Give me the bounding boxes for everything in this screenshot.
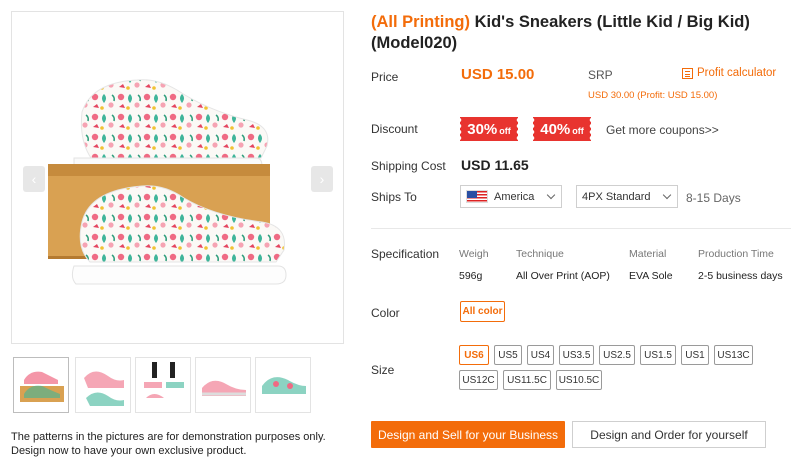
price-value: USD 15.00	[461, 66, 535, 83]
coupon-percent: 40%	[540, 120, 571, 138]
thumbnail-1[interactable]	[13, 357, 69, 413]
country-select[interactable]: America	[460, 185, 562, 208]
country-select-value: America	[494, 190, 535, 203]
main-product-image	[11, 11, 344, 344]
product-title: (All Printing) Kid's Sneakers (Little Ki…	[371, 12, 791, 54]
thumbnail-5[interactable]	[255, 357, 311, 413]
shipping-cost-label: Shipping Cost	[371, 159, 446, 173]
gallery-next-arrow[interactable]: ›	[311, 166, 333, 192]
spec-value-weigh: 596g	[459, 270, 483, 282]
specification-label: Specification	[371, 247, 440, 261]
coupon-percent: 30%	[467, 120, 498, 138]
product-title-tag: (All Printing)	[371, 13, 470, 31]
size-label: Size	[371, 363, 395, 377]
srp-label: SRP	[588, 68, 613, 82]
spec-header-technique: Technique	[516, 248, 564, 260]
size-option-us2-5[interactable]: US2.5	[599, 345, 635, 365]
size-option-us10-5c[interactable]: US10.5C	[556, 370, 602, 390]
spec-value-technique: All Over Print (AOP)	[516, 270, 610, 282]
spec-header-material: Material	[629, 248, 667, 260]
demo-note-line-1: The patterns in the pictures are for dem…	[11, 431, 326, 443]
size-option-us6[interactable]: US6	[459, 345, 489, 365]
size-option-us3-5[interactable]: US3.5	[559, 345, 594, 365]
color-option-all[interactable]: All color	[460, 301, 505, 322]
size-option-us11-5c[interactable]: US11.5C	[503, 370, 551, 390]
demo-note-line-2: Design now to have your own exclusive pr…	[11, 445, 247, 457]
gallery-prev-arrow[interactable]: ‹	[23, 166, 45, 192]
shipping-cost-value: USD 11.65	[461, 157, 529, 173]
shipping-method-select[interactable]: 4PX Standard	[576, 185, 678, 208]
size-option-us12c[interactable]: US12C	[459, 370, 498, 390]
chevron-down-icon	[546, 190, 556, 200]
size-option-us4[interactable]: US4	[527, 345, 554, 365]
spec-header-production-time: Production Time	[698, 248, 774, 260]
thumbnail-4[interactable]	[195, 357, 251, 413]
discount-label: Discount	[371, 122, 418, 136]
sneaker-on-box-image	[48, 79, 287, 285]
spec-header-weigh: Weigh	[459, 248, 489, 260]
coupon-suffix: off	[572, 125, 584, 136]
section-divider	[371, 228, 791, 229]
size-option-us1-5[interactable]: US1.5	[640, 345, 676, 365]
srp-value: USD 30.00 (Profit: USD 15.00)	[588, 90, 718, 101]
spec-value-production-time: 2-5 business days	[698, 270, 783, 282]
design-and-sell-button[interactable]: Design and Sell for your Business	[371, 421, 565, 448]
profit-calculator-link[interactable]: Profit calculator	[682, 67, 776, 79]
size-option-us1[interactable]: US1	[681, 345, 709, 365]
demo-disclaimer: The patterns in the pictures are for dem…	[11, 430, 351, 458]
profit-calculator-label: Profit calculator	[697, 67, 777, 79]
design-and-order-button[interactable]: Design and Order for yourself	[572, 421, 766, 448]
size-option-us5[interactable]: US5	[494, 345, 522, 365]
color-label: Color	[371, 306, 400, 320]
calculator-icon	[682, 67, 693, 79]
us-flag-icon	[466, 190, 488, 203]
size-option-us13c[interactable]: US13C	[714, 345, 753, 365]
price-label: Price	[371, 70, 399, 84]
thumbnail-3[interactable]	[135, 357, 191, 413]
get-more-coupons-link[interactable]: Get more coupons>>	[606, 123, 719, 137]
coupon-suffix: off	[499, 125, 511, 136]
coupon-40-off[interactable]: 40% off	[532, 117, 591, 141]
spec-value-material: EVA Sole	[629, 270, 673, 282]
shipping-method-value: 4PX Standard	[582, 190, 651, 203]
thumbnail-2[interactable]	[75, 357, 131, 413]
chevron-down-icon	[662, 190, 672, 200]
coupon-30-off[interactable]: 30% off	[459, 117, 518, 141]
ships-to-label: Ships To	[371, 190, 417, 204]
delivery-days: 8-15 Days	[686, 191, 741, 205]
